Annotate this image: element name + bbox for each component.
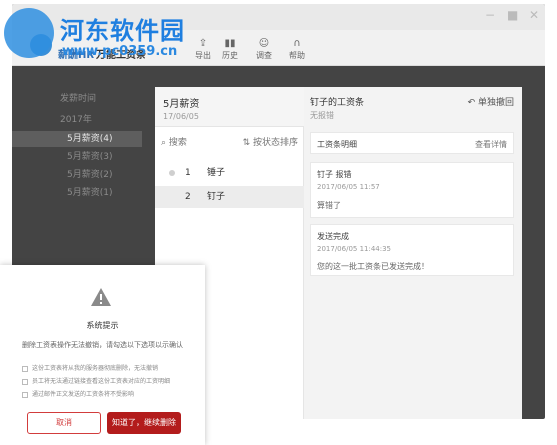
dialog-description: 删除工资表操作无法撤销，请勾选以下选项以示确认 — [22, 341, 183, 349]
payroll-date: 17/06/05 — [163, 112, 199, 121]
history-icon: ▮▮ — [224, 38, 236, 49]
window-controls: − ■ ✕ — [485, 9, 539, 21]
checkbox[interactable] — [22, 365, 28, 372]
upload-icon: ⇪ — [198, 38, 208, 49]
watermark-url: www.pc0359.cn — [62, 44, 178, 59]
sidebar-item-year[interactable]: 2017年 — [12, 112, 142, 128]
sort-button[interactable]: ⇅ 按状态排序 — [243, 135, 298, 148]
payslip-status: 无报错 — [310, 111, 334, 120]
dialog-title: 系统提示 — [86, 321, 119, 330]
confirm-option-3[interactable]: 通过邮件正文发送的工资条将不受影响 — [22, 389, 134, 398]
withdraw-button[interactable]: ↶ 单独撤回 — [468, 95, 514, 108]
payslip-title: 钉子的工资条 — [310, 98, 365, 108]
search-button[interactable]: ⌕ 搜索 — [161, 135, 187, 148]
sidebar-item-may-2[interactable]: 5月薪资(2) — [12, 167, 142, 183]
close-icon[interactable]: ✕ — [529, 9, 539, 21]
list-tools: ⌕ 搜索 ⇅ 按状态排序 — [155, 131, 304, 149]
toolbar-survey-button[interactable]: ☺ 调查 — [249, 38, 279, 61]
toolbar-history-button[interactable]: ▮▮ 历史 — [215, 38, 245, 61]
confirm-delete-button[interactable]: 知道了，继续删除 — [107, 412, 181, 434]
list-item-selected[interactable]: 2 钉子 — [155, 186, 304, 208]
minimize-icon[interactable]: − — [485, 9, 495, 21]
checkbox[interactable] — [22, 378, 28, 385]
sort-icon: ⇅ — [242, 138, 251, 148]
error-report-card: 钉子 报错 2017/06/05 11:57 算错了 — [310, 162, 514, 218]
system-prompt-dialog: 系统提示 删除工资表操作无法撤销，请勾选以下选项以示确认 这份工资表将从我的服务… — [0, 265, 205, 445]
payroll-header: 5月薪资 17/06/05 — [155, 87, 304, 127]
sidebar-item-may-1[interactable]: 5月薪资(1) — [12, 185, 142, 201]
sidebar-header-pay-time: 发薪时间 — [60, 94, 97, 104]
view-details-link[interactable]: 查看详情 — [475, 139, 507, 150]
warning-icon — [91, 288, 111, 306]
watermark-logo-icon — [4, 8, 54, 58]
list-item[interactable]: 1 锤子 — [155, 162, 304, 184]
search-icon: ⌕ — [161, 138, 167, 148]
confirm-option-2[interactable]: 员工将无法通过链接查看这份工资表对应的工资明细 — [22, 376, 170, 385]
toolbar-help-button[interactable]: ∩ 帮助 — [282, 38, 312, 61]
status-dot-icon — [169, 170, 175, 176]
checkbox[interactable] — [22, 391, 28, 398]
send-complete-card: 发送完成 2017/06/05 11:44:35 您的这一批工资条已发送完成！ — [310, 224, 514, 276]
watermark-title: 河东软件园 — [60, 17, 185, 45]
headset-icon: ∩ — [293, 38, 301, 49]
maximize-icon[interactable]: ■ — [507, 9, 518, 21]
payslip-detail-panel: 钉子的工资条 无报错 ↶ 单独撤回 工资条明细 查看详情 钉子 报错 2017/… — [304, 87, 522, 419]
payroll-title: 5月薪资 — [163, 99, 200, 110]
payslip-details-bar: 工资条明细 查看详情 — [310, 132, 514, 154]
toolbar-export-button[interactable]: ⇪ 导出 — [188, 38, 218, 61]
sidebar-item-may-3[interactable]: 5月薪资(3) — [12, 149, 142, 165]
cancel-button[interactable]: 取消 — [27, 412, 101, 434]
sidebar-item-may-4[interactable]: 5月薪资(4) — [12, 131, 142, 147]
undo-icon: ↶ — [467, 98, 476, 108]
help-icon: ☺ — [258, 38, 270, 49]
confirm-option-1[interactable]: 这份工资表将从我的服务器彻底删除，无法撤销 — [22, 363, 158, 372]
